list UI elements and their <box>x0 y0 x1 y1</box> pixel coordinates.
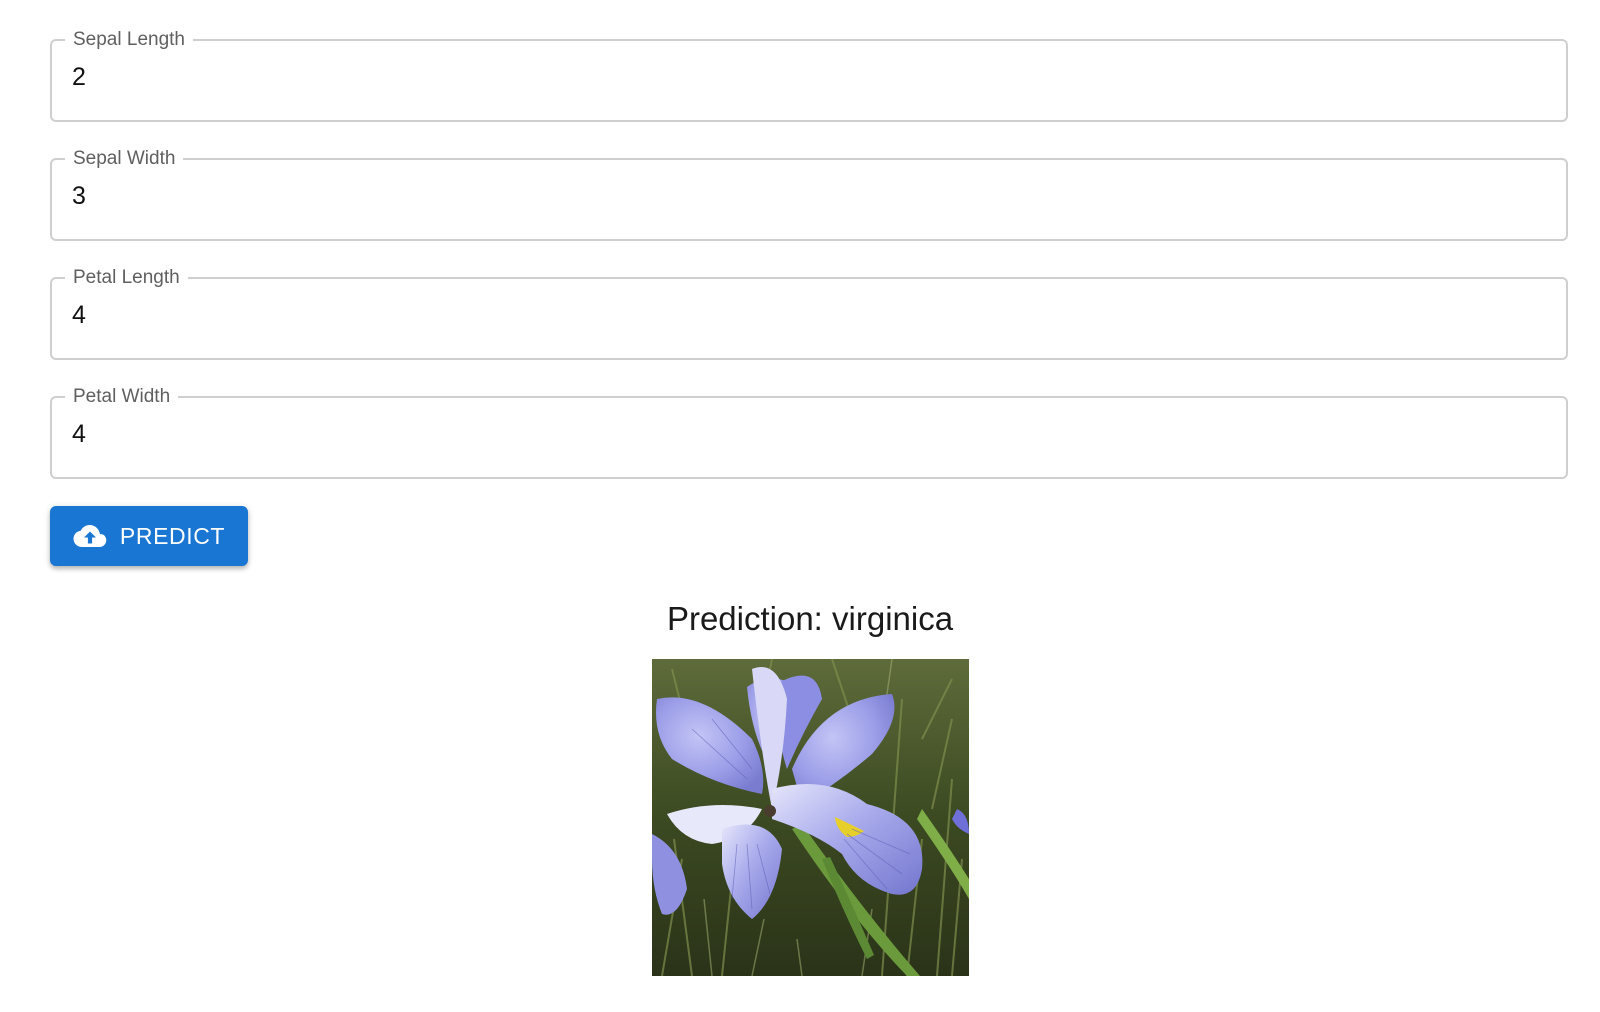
cloud-upload-icon <box>73 524 107 548</box>
petal-length-field[interactable]: Petal Length <box>50 268 1568 360</box>
sepal-width-field[interactable]: Sepal Width <box>50 149 1568 241</box>
petal-length-label: Petal Length <box>73 267 180 288</box>
prediction-text: Prediction: virginica <box>666 600 954 637</box>
predict-button-label: PREDICT <box>119 522 226 549</box>
sepal-length-field[interactable]: Sepal Length <box>50 30 1568 122</box>
petal-width-field[interactable]: Petal Width <box>50 387 1568 479</box>
petal-width-label: Petal Width <box>73 386 171 407</box>
predict-button[interactable]: PREDICT <box>50 506 248 566</box>
sepal-length-label: Sepal Length <box>73 29 185 50</box>
petal-length-input[interactable] <box>72 297 1532 333</box>
petal-width-input[interactable] <box>72 416 1532 452</box>
sepal-width-input[interactable] <box>72 178 1532 214</box>
iris-flower-image <box>652 659 969 976</box>
sepal-width-label: Sepal Width <box>73 148 176 169</box>
sepal-length-input[interactable] <box>72 59 1532 95</box>
